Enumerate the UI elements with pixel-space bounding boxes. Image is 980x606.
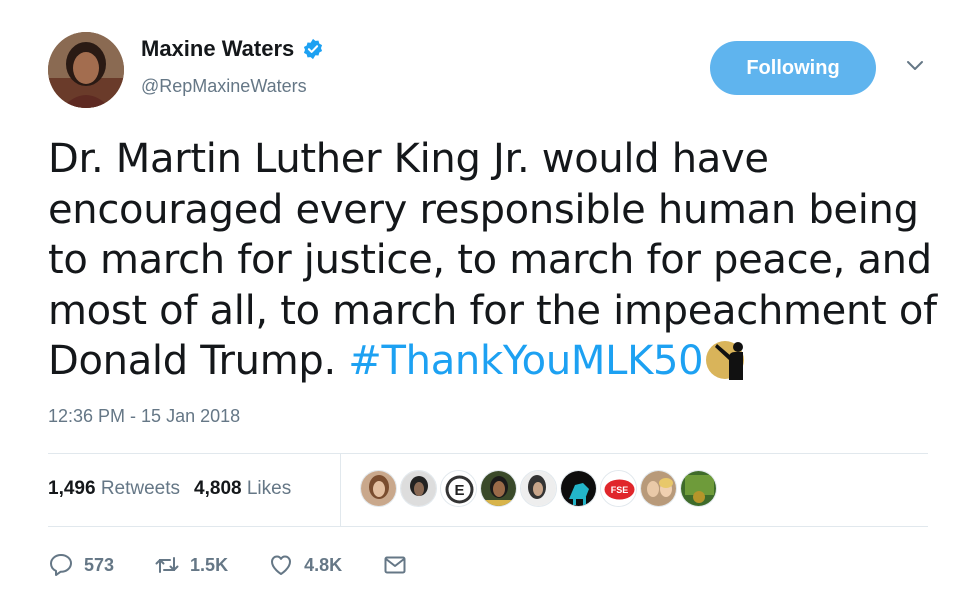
svg-text:FSE: FSE [611, 485, 629, 495]
liker-avatar[interactable] [640, 470, 677, 507]
likes-count: 4,808 [194, 478, 242, 499]
author-display-name[interactable]: Maxine Waters [141, 36, 294, 62]
retweet-icon [155, 557, 179, 573]
following-button[interactable]: Following [710, 41, 876, 95]
tweet-text-line: to march for justice, to march for peace… [48, 237, 932, 283]
heart-icon [271, 555, 292, 575]
tweet-text-line: most of all, to march for the impeachmen… [48, 287, 937, 334]
liker-avatar[interactable] [560, 470, 597, 507]
hashtag-link[interactable]: #ThankYouMLK50 [348, 338, 703, 384]
retweets-count: 1,496 [48, 478, 96, 499]
author-avatar[interactable] [48, 32, 124, 108]
liker-avatar[interactable] [400, 470, 437, 507]
tweet-text-last-line: Donald Trump. #ThankYouMLK50 [48, 336, 948, 387]
envelope-icon [384, 556, 406, 574]
tweet-text: Dr. Martin Luther King Jr. would have en… [48, 134, 948, 387]
reply-action[interactable]: 573 [48, 552, 114, 578]
liker-avatar[interactable]: FSE [600, 470, 637, 507]
direct-message-action[interactable] [382, 552, 408, 578]
author-handle[interactable]: @RepMaxineWaters [141, 76, 307, 97]
chevron-down-icon[interactable] [904, 58, 926, 74]
reply-icon [50, 554, 72, 576]
liker-avatar[interactable] [480, 470, 517, 507]
likes-label: Likes [246, 478, 292, 499]
tweet-text-fragment: Donald Trump. [48, 338, 349, 384]
like-action[interactable]: 4.8K [268, 552, 342, 578]
svg-text:E: E [454, 482, 464, 499]
tweet-text-line: encouraged every responsible human being [48, 186, 919, 233]
verified-badge-icon [304, 38, 323, 60]
divider [48, 526, 928, 527]
divider [48, 453, 928, 454]
tweet-timestamp[interactable]: 12:36 PM - 15 Jan 2018 [48, 406, 240, 427]
retweet-count: 1.5K [190, 554, 229, 575]
tweet-stats: 1,496 Retweets 4,808 Likes [48, 478, 291, 500]
author-name-row: Maxine Waters [141, 36, 324, 62]
divider [340, 453, 341, 526]
liker-avatar[interactable]: E [440, 470, 477, 507]
tweet-actions: 573 1.5K 4.8K [48, 552, 448, 578]
tweet-text-line: Dr. Martin Luther King Jr. would have [48, 136, 769, 182]
likes-stat[interactable]: 4,808 Likes [194, 478, 291, 500]
reply-count: 573 [84, 554, 115, 575]
like-count: 4.8K [304, 554, 343, 575]
mlk-silhouette-icon [706, 341, 745, 380]
liker-avatar[interactable] [680, 470, 717, 507]
retweets-label: Retweets [100, 478, 181, 499]
liker-avatars: E FSE [360, 470, 717, 507]
retweet-action[interactable]: 1.5K [154, 552, 228, 578]
liker-avatar[interactable] [360, 470, 397, 507]
liker-avatar[interactable] [520, 470, 557, 507]
retweets-stat[interactable]: 1,496 Retweets [48, 478, 180, 500]
